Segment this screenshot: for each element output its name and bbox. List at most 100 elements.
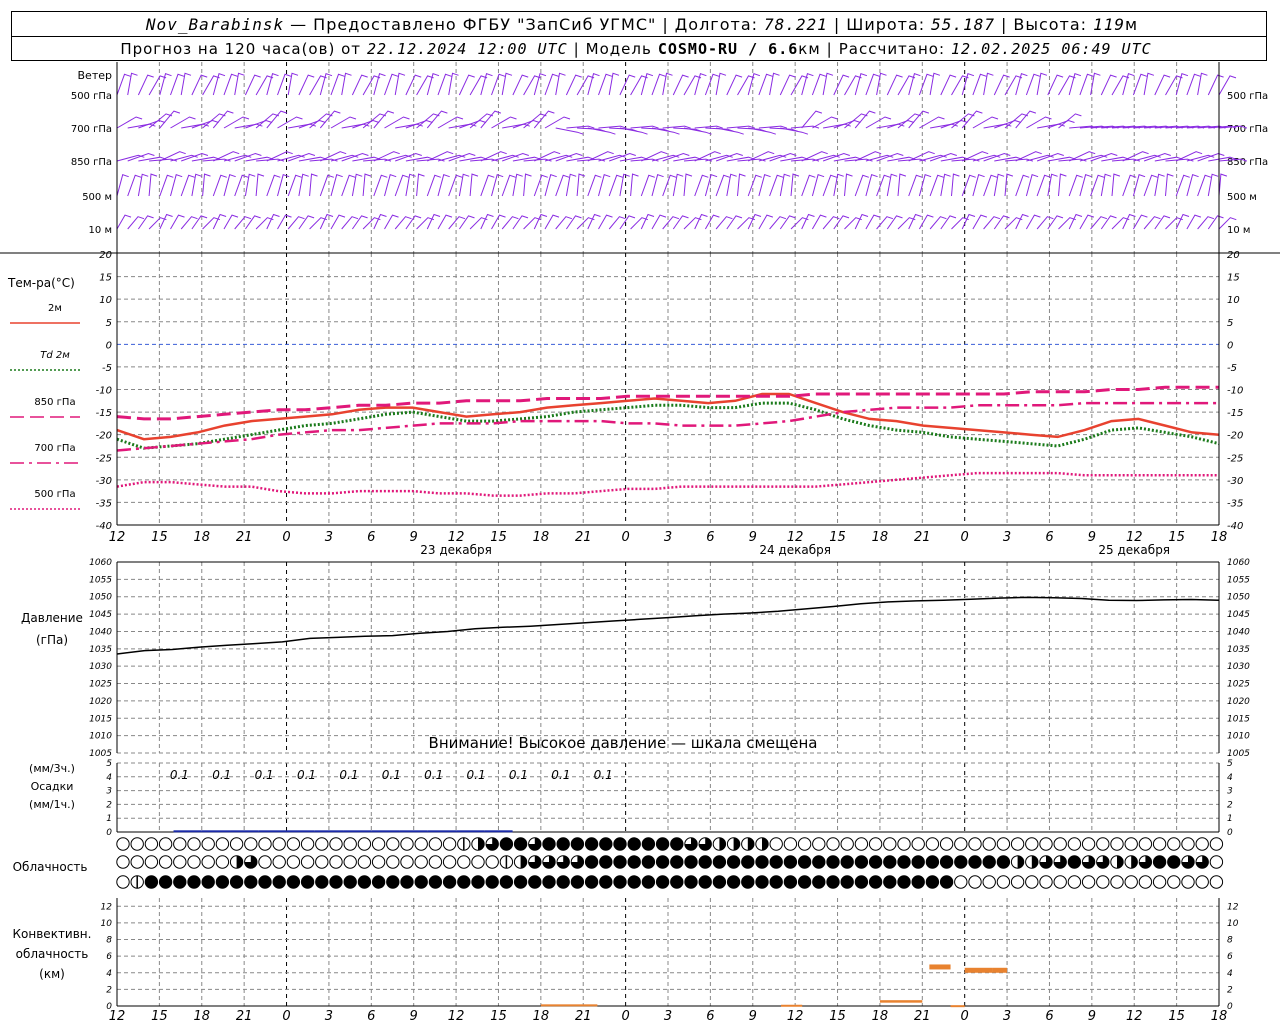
temp-legend-label: 500 гПа — [34, 489, 75, 500]
cloud-cover-symbol — [982, 875, 996, 889]
wind-level-label-right: 700 гПа — [1227, 124, 1268, 135]
wind-barb — [202, 173, 211, 197]
cloud-cover-fill — [841, 875, 854, 889]
cloud-cover-fill — [762, 837, 769, 851]
wind-barb — [769, 216, 787, 230]
cloud-cover-symbol — [272, 855, 286, 869]
temp-legend-label: 2м — [48, 303, 62, 314]
precip-value-label: 0.1 — [382, 768, 401, 782]
cloud-cover-symbol — [1181, 837, 1195, 851]
cloud-cover-fill — [520, 855, 527, 869]
wind-barb — [833, 74, 850, 96]
cloud-cover-fill — [983, 855, 996, 869]
hour-tick-label: 0 — [282, 530, 290, 545]
wind-barb — [159, 110, 181, 129]
temp-title: Тем-ра(°C) — [7, 276, 75, 290]
wind-barb — [608, 216, 626, 230]
cloud-cover-fill — [1131, 855, 1138, 869]
wind-barb — [416, 173, 425, 197]
hour-tick-label: 21 — [575, 1009, 592, 1024]
hour-tick-label: 0 — [621, 1009, 629, 1024]
wind-barb — [480, 213, 494, 230]
cloud-cover-symbol — [1025, 875, 1039, 889]
cloud-cover-fill — [684, 875, 698, 889]
convective-bar — [540, 1004, 598, 1007]
hour-tick-label: 18 — [872, 530, 889, 545]
convective-ytick-left: 4 — [106, 969, 112, 979]
wind-barb — [811, 174, 825, 197]
precip-bar — [230, 830, 259, 833]
cloud-cover-symbol — [286, 855, 301, 869]
cloud-cover-fill — [429, 875, 442, 889]
wind-barb — [362, 173, 372, 197]
hour-tick-label: 6 — [1045, 530, 1053, 545]
wind-barb — [266, 213, 280, 230]
wind-barb — [266, 110, 288, 129]
cloud-cover-symbol — [1152, 875, 1167, 889]
hour-tick-label: 0 — [961, 530, 969, 545]
precip-ytick-right: 0 — [1227, 828, 1233, 838]
wind-barb — [651, 127, 680, 135]
wind-barb — [1058, 173, 1067, 197]
cloud-cover-fill — [656, 875, 669, 889]
cloud-cover-fill — [656, 837, 669, 851]
hour-tick-label: 18 — [872, 1009, 889, 1024]
cloud-cover-fill — [733, 837, 740, 851]
cloud-cover-fill — [187, 875, 201, 889]
cloud-cover-fill — [386, 875, 399, 889]
convective-ytick-right: 6 — [1227, 952, 1233, 962]
wind-barb — [255, 75, 274, 96]
wind-barb — [854, 213, 869, 230]
cloud-cover-symbol — [485, 855, 499, 869]
temp-ytick-right: -20 — [1227, 431, 1243, 442]
wind-barb — [726, 173, 737, 197]
cloud-cover-fill — [585, 855, 598, 869]
cloud-cover-fill — [897, 875, 911, 889]
cloud-cover-symbol — [173, 855, 187, 869]
cloud-cover-symbol — [1067, 875, 1082, 889]
precip-ytick-right: 3 — [1227, 787, 1233, 797]
cloud-cover-symbol — [1039, 837, 1053, 851]
convective-ytick-left: 6 — [106, 952, 112, 962]
wind-barb — [822, 72, 834, 96]
cloud-cover-fill — [613, 875, 627, 889]
cloud-cover-symbol — [1039, 875, 1053, 889]
wind-barb — [716, 127, 744, 135]
wind-barb — [1111, 75, 1130, 96]
cloud-cover-fill — [542, 875, 556, 889]
cloud-cover-fill — [258, 875, 272, 889]
pressure-ytick-left: 1055 — [89, 575, 112, 585]
wind-barb — [1090, 216, 1108, 230]
wind-barb — [234, 216, 252, 230]
wind-barb — [704, 174, 718, 197]
wind-barb — [555, 127, 584, 135]
cloud-cover-symbol — [1195, 837, 1209, 851]
wind-barb — [897, 173, 907, 197]
wind-title: Ветер — [78, 69, 112, 82]
cloud-cover-symbol — [258, 855, 272, 869]
cloud-cover-symbol — [925, 837, 940, 851]
temp-ytick-left: -15 — [96, 408, 112, 419]
cloud-cover-fill — [727, 875, 740, 889]
wind-barb — [908, 213, 922, 230]
cloud-cover-symbol — [968, 837, 982, 851]
temp-ytick-left: 0 — [106, 340, 112, 351]
cloud-cover-symbol — [428, 837, 443, 851]
cloud-cover-fill — [287, 875, 300, 889]
cloud-cover-fill — [486, 875, 499, 889]
cloud-cover-symbol — [1053, 837, 1067, 851]
wind-barb — [758, 174, 771, 197]
wind-barb — [587, 213, 601, 230]
wind-barb — [341, 216, 359, 230]
wind-barb — [1058, 75, 1076, 96]
cloud-cover-symbol — [428, 855, 443, 869]
precip-bar — [314, 830, 344, 833]
precip-bar — [258, 830, 287, 833]
wind-barb — [523, 173, 532, 197]
hour-tick-label: 12 — [787, 1009, 804, 1024]
wind-barb — [608, 72, 620, 96]
cloud-cover-symbol — [201, 855, 215, 869]
wind-barb — [822, 216, 840, 230]
cloud-cover-fill — [585, 837, 598, 851]
wind-barb — [394, 72, 406, 96]
